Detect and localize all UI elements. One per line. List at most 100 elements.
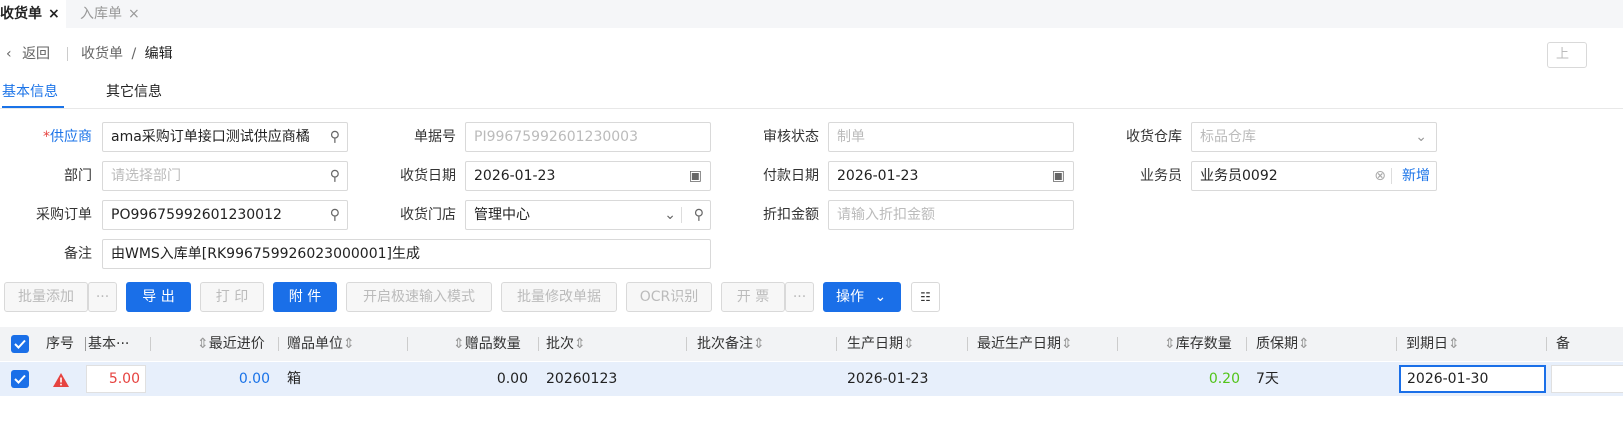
header-shelf-life[interactable]: 质保期⇕	[1256, 327, 1310, 361]
supplier-label: *供应商	[20, 122, 92, 152]
header-label: 赠品单位	[287, 336, 343, 352]
po-input[interactable]: PO99675992601230012 ⚲	[102, 200, 348, 230]
header-seq[interactable]: 序号	[46, 327, 74, 361]
doc-no-value: PI99675992601230003	[474, 129, 638, 145]
header-label: 最近进价	[208, 336, 265, 352]
column-divider	[1117, 337, 1118, 351]
header-label: 到期日	[1406, 336, 1448, 352]
tab-label: 入库单	[80, 6, 122, 22]
store-value: 管理中心	[474, 207, 530, 223]
sort-icon: ⇕	[1164, 336, 1176, 352]
add-salesman-link[interactable]: 新增	[1402, 162, 1430, 190]
header-last-prod-date[interactable]: 最近生产日期⇕	[977, 327, 1073, 361]
clear-icon[interactable]: ⊗	[1374, 162, 1386, 190]
supplier-value: ama采购订单接口测试供应商橘	[111, 129, 310, 145]
chevron-down-icon[interactable]: ⌄	[664, 201, 676, 229]
corner-button[interactable]: 上	[1547, 42, 1587, 68]
header-prod-date[interactable]: 生产日期⇕	[847, 327, 915, 361]
sort-icon: ⇕	[453, 336, 465, 352]
po-value: PO99675992601230012	[111, 207, 282, 223]
back-button[interactable]: ‹ 返回	[6, 44, 50, 64]
select-all-checkbox[interactable]	[11, 335, 29, 353]
base-qty-cell[interactable]: 5.00	[86, 365, 146, 393]
attachment-button[interactable]: 附 件	[273, 282, 337, 312]
export-button[interactable]: 导 出	[126, 282, 191, 312]
search-icon[interactable]: ⚲	[694, 201, 704, 229]
column-divider	[836, 337, 837, 351]
tab-bar: 收货单 × 入库单 ×	[0, 0, 1623, 28]
header-base-qty[interactable]: 基本···	[88, 327, 146, 361]
breadcrumb-separator: /	[131, 46, 137, 62]
subtab-other-info[interactable]: 其它信息	[106, 82, 162, 102]
recv-date-input[interactable]: 2026-01-23 ▣	[465, 161, 711, 191]
discount-input[interactable]: 请输入折扣金额	[828, 200, 1074, 230]
remark-input[interactable]: 由WMS入库单[RK996759926023000001]生成	[102, 239, 711, 269]
table-row[interactable]: 5.00 0.00 箱 0.00 20260123 2026-01-23 0.2…	[0, 362, 1623, 396]
header-more[interactable]: 备	[1556, 327, 1570, 361]
column-divider	[538, 337, 539, 351]
shelf-life-value: 7天	[1256, 371, 1279, 387]
batch-modify-button[interactable]: 批量修改单据	[501, 282, 617, 312]
breadcrumb-current: 编辑	[144, 46, 173, 62]
search-icon[interactable]: ⚲	[330, 201, 340, 229]
discount-placeholder: 请输入折扣金额	[837, 207, 935, 223]
header-gift-qty[interactable]: ⇕赠品数量	[453, 327, 521, 361]
calendar-icon[interactable]: ▣	[1052, 162, 1065, 190]
column-divider	[278, 337, 279, 351]
tab-receipt[interactable]: 收货单 ×	[0, 0, 66, 28]
tab-inbound[interactable]: 入库单 ×	[74, 0, 146, 28]
header-stock-qty[interactable]: ⇕库存数量	[1164, 327, 1232, 361]
store-select[interactable]: 管理中心 ⌄ ⚲	[465, 200, 711, 230]
invoice-button[interactable]: 开 票	[721, 282, 785, 312]
batch-value: 20260123	[546, 371, 618, 387]
row-checkbox[interactable]	[11, 370, 29, 388]
header-batch-remark[interactable]: 批次备注⇕	[697, 327, 765, 361]
warehouse-select[interactable]: 标品仓库 ⌄	[1191, 122, 1437, 152]
column-divider	[1396, 337, 1397, 351]
dept-label: 部门	[64, 168, 92, 184]
close-icon[interactable]: ×	[48, 6, 60, 22]
dept-input[interactable]: 请选择部门 ⚲	[102, 161, 348, 191]
subtab-basic-info[interactable]: 基本信息	[2, 82, 58, 102]
print-button[interactable]: 打 印	[200, 282, 264, 312]
supplier-label-text: 供应商	[50, 129, 92, 145]
close-icon[interactable]: ×	[128, 6, 140, 22]
header-last-price[interactable]: ⇕最近进价	[197, 327, 265, 361]
breadcrumb-parent[interactable]: 收货单	[81, 46, 123, 62]
column-settings-icon: ☷	[920, 290, 931, 304]
column-divider	[686, 337, 687, 351]
calendar-icon[interactable]: ▣	[689, 162, 702, 190]
operate-dropdown[interactable]: 操作 ⌄	[823, 282, 901, 312]
header-label: 生产日期	[847, 336, 903, 352]
operate-label: 操作	[836, 289, 864, 305]
more-cell[interactable]	[1551, 365, 1623, 393]
ocr-button[interactable]: OCR识别	[626, 282, 712, 312]
salesman-input[interactable]: 业务员0092 ⊗ 新增	[1191, 161, 1437, 191]
sort-icon: ⇕	[1448, 336, 1460, 352]
audit-status-value: 制单	[837, 129, 865, 145]
header-expiry[interactable]: 到期日⇕	[1406, 327, 1460, 361]
header-batch[interactable]: 批次⇕	[546, 327, 586, 361]
column-settings-button[interactable]: ☷	[911, 282, 940, 312]
sort-icon: ⇕	[1061, 336, 1073, 352]
batch-add-more-button[interactable]: ···	[88, 282, 117, 312]
fast-input-button[interactable]: 开启极速输入模式	[346, 282, 492, 312]
divider	[681, 207, 682, 223]
header-label: 批次备注	[697, 336, 753, 352]
dept-placeholder: 请选择部门	[111, 168, 181, 184]
remark-label: 备注	[64, 246, 92, 262]
supplier-input[interactable]: ama采购订单接口测试供应商橘 ⚲	[102, 122, 348, 152]
warning-icon[interactable]	[52, 372, 70, 392]
invoice-more-button[interactable]: ···	[785, 282, 814, 312]
sort-icon: ⇕	[197, 336, 209, 352]
recv-date-label: 收货日期	[400, 168, 456, 184]
header-gift-unit[interactable]: 赠品单位⇕	[287, 327, 355, 361]
required-mark: *	[43, 129, 50, 145]
header-label: 库存数量	[1175, 336, 1232, 352]
expiry-date-input[interactable]: 2026-01-30	[1399, 365, 1546, 393]
search-icon[interactable]: ⚲	[330, 162, 340, 190]
discount-label: 折扣金额	[763, 207, 819, 223]
search-icon[interactable]: ⚲	[330, 123, 340, 151]
pay-date-input[interactable]: 2026-01-23 ▣	[828, 161, 1074, 191]
batch-add-button[interactable]: 批量添加	[4, 282, 88, 312]
